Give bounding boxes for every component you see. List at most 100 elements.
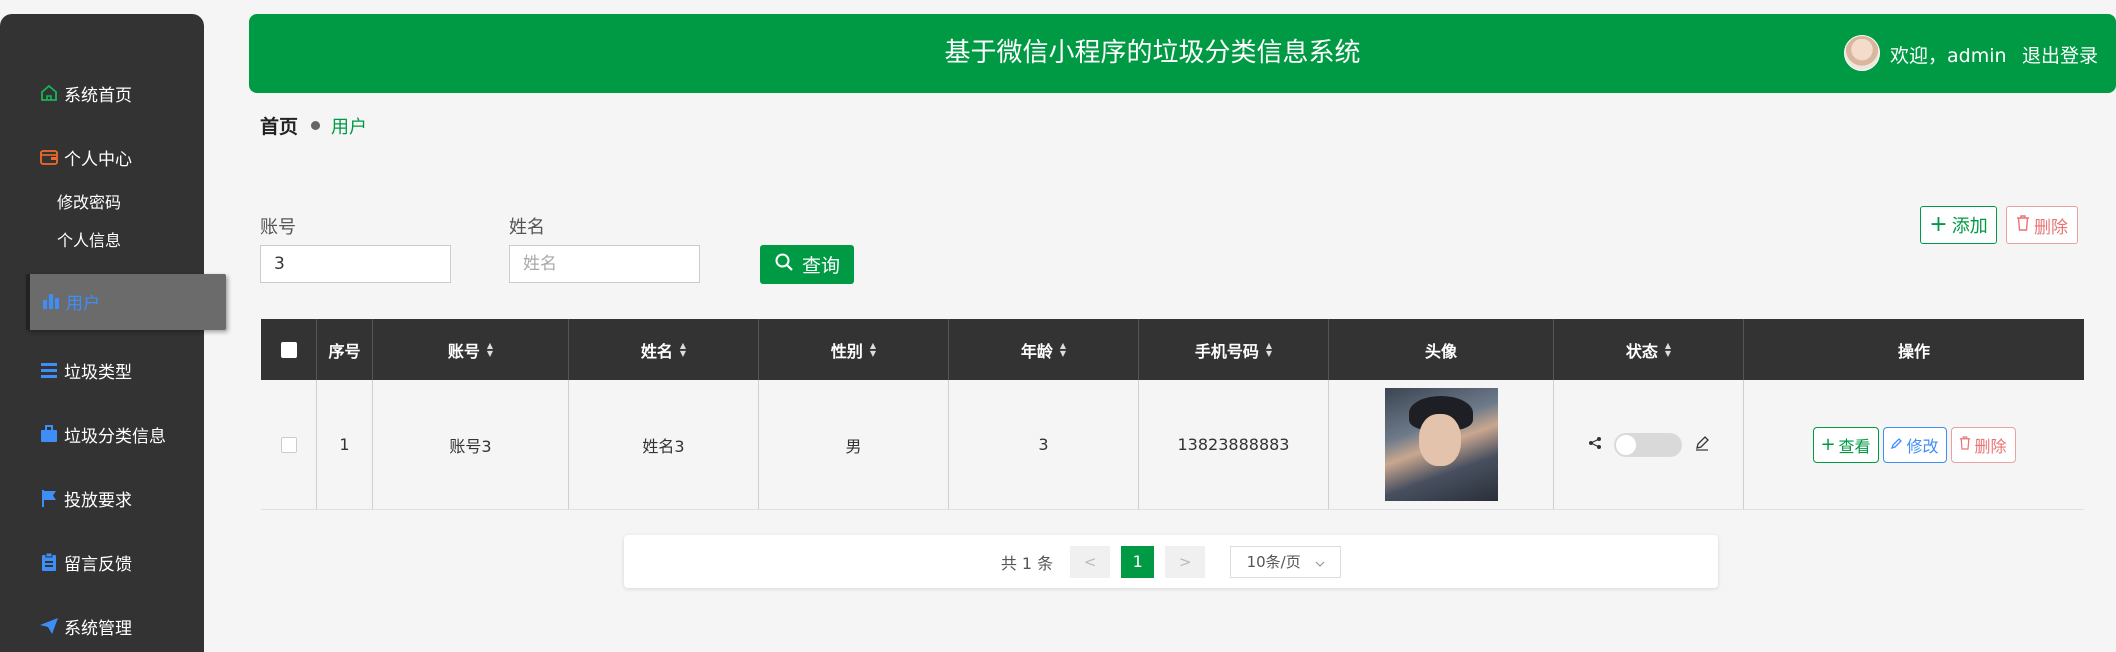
cell-avatar [1329, 380, 1554, 509]
flag-icon [38, 487, 60, 509]
cell-age: 3 [949, 380, 1139, 509]
header-label: 状态 [1625, 341, 1658, 361]
status-toggle[interactable] [1613, 432, 1682, 457]
header-name[interactable]: 姓名 ▲ ▼ [569, 319, 759, 380]
sort-icon[interactable]: ▲ ▼ [870, 341, 876, 358]
name-label: 姓名 [509, 217, 545, 238]
plus-icon: + [1820, 434, 1836, 455]
sidebar-item-users-inner: 用户 [40, 286, 100, 316]
header-label: 序号 [328, 341, 361, 361]
sort-icon[interactable]: ▲ ▼ [487, 341, 493, 358]
header-index: 序号 [317, 319, 373, 380]
table-header: 序号 账号 ▲ ▼ 姓名 ▲ ▼ 性别 ▲ ▼ 年龄 ▲ ▼ 手机号码 ▲ ▼ 头像 状态 ▲ ▼ 操作 [261, 319, 2084, 380]
add-button[interactable]: + 添加 [1920, 206, 1997, 244]
sidebar-item-label: 系统管理 [64, 618, 132, 639]
sidebar-item-label: 垃圾分类信息 [64, 426, 166, 447]
top-header: 基于微信小程序的垃圾分类信息系统 欢迎，admin 退出登录 [249, 14, 2116, 93]
sidebar-item-label: 个人中心 [64, 149, 132, 170]
sidebar-item-garbage-info[interactable]: 垃圾分类信息 [38, 419, 166, 449]
row-delete-button[interactable]: 删除 [1950, 426, 2016, 463]
page-number-current[interactable]: 1 [1121, 545, 1155, 578]
prev-page-button[interactable]: < [1070, 545, 1111, 578]
header-actions: 操作 [1744, 319, 2084, 380]
chevron-down-icon [1315, 553, 1325, 571]
header-avatar: 头像 [1329, 319, 1554, 380]
breadcrumb: 首页 用户 [260, 112, 367, 139]
edit-button[interactable]: 修改 [1882, 426, 1947, 463]
cell-account: 账号3 [373, 380, 569, 509]
sidebar-item-label: 垃圾类型 [64, 362, 132, 383]
pagination-total: 共 1 条 [1000, 553, 1054, 573]
logout-link[interactable]: 退出登录 [2022, 41, 2098, 68]
home-icon [38, 82, 60, 104]
header-account[interactable]: 账号 ▲ ▼ [373, 319, 569, 380]
app-title: 基于微信小程序的垃圾分类信息系统 [944, 38, 1361, 68]
sidebar-item-home[interactable]: 系统首页 [38, 78, 132, 108]
sort-icon[interactable]: ▲ ▼ [1060, 341, 1066, 358]
welcome-text: 欢迎，admin [1890, 45, 2007, 67]
header-label: 姓名 [640, 341, 673, 361]
breadcrumb-home[interactable]: 首页 [260, 112, 298, 139]
breadcrumb-current: 用户 [331, 116, 368, 138]
search-icon [774, 252, 794, 277]
sidebar-item-feedback[interactable]: 留言反馈 [38, 547, 132, 577]
edit-button-label: 修改 [1906, 436, 1939, 456]
send-icon [38, 615, 60, 637]
next-page-button[interactable]: > [1165, 545, 1206, 578]
bar-chart-icon [40, 290, 62, 312]
trash-icon [2016, 214, 2030, 236]
header-phone[interactable]: 手机号码 ▲ ▼ [1139, 319, 1329, 380]
table-row: 1 账号3 姓名3 男 3 13823888883 + 查看 修改 删除 [261, 380, 2084, 510]
sidebar-subitem-change-password[interactable]: 修改密码 [57, 189, 121, 213]
header-label: 手机号码 [1194, 341, 1259, 361]
sort-icon[interactable]: ▲ ▼ [1665, 341, 1671, 358]
cell-status [1554, 380, 1744, 509]
cell-actions: + 查看 修改 删除 [1744, 380, 2084, 509]
delete-button[interactable]: 删除 [2006, 206, 2078, 244]
add-button-label: 添加 [1951, 216, 1988, 237]
header-label: 操作 [1897, 341, 1930, 361]
sidebar-item-garbage-type[interactable]: 垃圾类型 [38, 355, 132, 385]
sidebar-item-personal-center[interactable]: 个人中心 [38, 142, 132, 172]
header-label: 性别 [830, 341, 863, 361]
select-all-checkbox[interactable] [280, 341, 297, 358]
query-button-label: 查询 [801, 255, 840, 277]
header-label: 账号 [447, 341, 480, 361]
header-label: 年龄 [1020, 341, 1053, 361]
sidebar-item-system-management[interactable]: 系统管理 [38, 611, 132, 641]
cell-gender: 男 [759, 380, 949, 509]
breadcrumb-separator [311, 121, 321, 130]
wallet-icon [38, 146, 60, 168]
header-gender[interactable]: 性别 ▲ ▼ [759, 319, 949, 380]
user-avatar-image [1384, 388, 1498, 501]
row-select-cell [261, 380, 317, 509]
name-input[interactable]: 姓名 [509, 245, 700, 283]
avatar [1844, 35, 1880, 71]
header-label: 头像 [1424, 341, 1457, 361]
account-input[interactable]: 3 [260, 245, 451, 283]
sidebar-item-users[interactable]: 用户 [26, 274, 226, 330]
sidebar-subitem-personal-info[interactable]: 个人信息 [57, 227, 121, 251]
header-age[interactable]: 年龄 ▲ ▼ [949, 319, 1139, 380]
page-size-select[interactable]: 10条/页 [1230, 545, 1342, 578]
trash-icon [1959, 435, 1971, 454]
account-label: 账号 [260, 217, 296, 238]
sidebar-item-label: 留言反馈 [64, 554, 132, 575]
pagination: 共 1 条 < 1 > 10条/页 [624, 535, 1718, 588]
cell-index: 1 [317, 380, 373, 509]
sort-icon[interactable]: ▲ ▼ [680, 341, 686, 358]
page-size-label: 10条/页 [1246, 553, 1301, 571]
row-delete-button-label: 删除 [1974, 436, 2007, 456]
select-all-cell [261, 319, 317, 380]
sidebar-item-disposal-requirements[interactable]: 投放要求 [38, 483, 132, 513]
query-button[interactable]: 查询 [760, 245, 854, 284]
row-checkbox[interactable] [280, 436, 297, 453]
sidebar-item-label: 系统首页 [64, 85, 132, 106]
header-status[interactable]: 状态 ▲ ▼ [1554, 319, 1744, 380]
share-icon [1588, 435, 1602, 454]
briefcase-icon [38, 423, 60, 445]
pencil-icon [1694, 435, 1710, 455]
view-button[interactable]: + 查看 [1812, 426, 1879, 463]
sort-icon[interactable]: ▲ ▼ [1266, 341, 1272, 358]
cell-phone: 13823888883 [1139, 380, 1329, 509]
